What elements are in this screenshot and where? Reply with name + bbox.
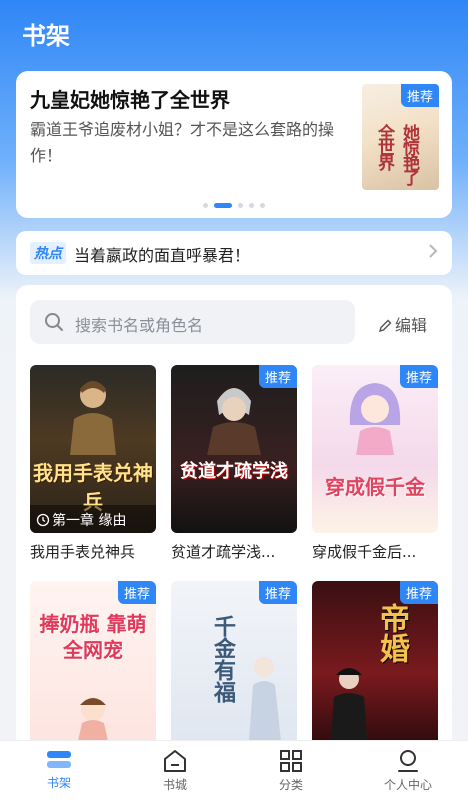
tab-label: 书城: [162, 778, 187, 792]
book-card[interactable]: 捧奶瓶 靠萌全网宠 推荐: [30, 581, 156, 749]
cover-title: 穿成假千金: [325, 475, 425, 499]
recommend-tag: 推荐: [400, 84, 439, 107]
chevron-right-icon[interactable]: [428, 243, 438, 263]
tab-label: 书架: [46, 776, 71, 790]
edit-button[interactable]: 编辑: [378, 312, 427, 336]
recommend-tag: 推荐: [117, 581, 156, 604]
bookshelf-panel: 搜索书名或角色名 编辑 我用手表兑神兵 第一章 缘由 我用手表兑神兵 贫道才疏学…: [16, 285, 452, 755]
carousel-dots[interactable]: [16, 195, 452, 214]
edit-label: 编辑: [395, 316, 428, 335]
cover-figure: [349, 383, 401, 455]
reading-progress: 第一章 缘由: [30, 505, 156, 533]
banner-cover[interactable]: 她惊艳了全世界 推荐: [362, 84, 439, 190]
home-icon: [164, 750, 186, 772]
cover-title: 贫道才疏学浅: [180, 461, 288, 482]
tab-bookshelf[interactable]: 书架: [14, 745, 104, 791]
hot-badge: 热点: [30, 242, 66, 264]
hot-notice[interactable]: 热点 当着嬴政的面直呼暴君！: [16, 231, 452, 275]
cover-figure: [78, 697, 108, 741]
book-title[interactable]: 我用手表兑神兵: [30, 541, 156, 562]
tab-category[interactable]: 分类: [246, 745, 336, 793]
tab-label: 分类: [278, 778, 303, 792]
recommend-tag: 推荐: [258, 365, 297, 388]
carousel-dot[interactable]: [238, 203, 243, 208]
search-icon: [44, 312, 64, 332]
tab-label: 个人中心: [383, 778, 432, 792]
tab-bookstore[interactable]: 书城: [130, 745, 220, 793]
search-placeholder: 搜索书名或角色名: [75, 316, 204, 335]
book-cover[interactable]: 帝婚 推荐: [312, 581, 438, 749]
recommend-tag: 推荐: [258, 581, 297, 604]
book-card[interactable]: 千金有福 推荐: [171, 581, 297, 749]
tab-profile[interactable]: 个人中心: [363, 745, 453, 793]
recommend-tag: 推荐: [399, 581, 438, 604]
book-cover[interactable]: 穿成假千金 推荐: [312, 365, 438, 533]
book-cover[interactable]: 捧奶瓶 靠萌全网宠 推荐: [30, 581, 156, 749]
book-card[interactable]: 帝婚 推荐: [312, 581, 438, 749]
carousel-dot[interactable]: [203, 203, 208, 208]
cover-title: 帝婚: [374, 603, 409, 663]
bookshelf-icon: [47, 751, 71, 768]
book-card[interactable]: 穿成假千金 推荐 穿成假千金后...: [312, 365, 438, 562]
cover-title: 捧奶瓶 靠萌全网宠: [39, 612, 147, 662]
carousel-dot-active[interactable]: [214, 203, 232, 208]
book-cover[interactable]: 千金有福 推荐: [171, 581, 297, 749]
book-title[interactable]: 贫道才疏学浅...: [171, 541, 297, 562]
cover-title: 千金有福: [210, 615, 235, 703]
carousel-dot[interactable]: [260, 203, 265, 208]
grid-icon: [280, 750, 302, 772]
top-bar: 书架: [0, 0, 468, 64]
pencil-icon: [378, 319, 392, 333]
cover-figure: [249, 657, 281, 741]
book-card[interactable]: 我用手表兑神兵 第一章 缘由 我用手表兑神兵: [30, 365, 156, 562]
book-title[interactable]: 穿成假千金后...: [312, 541, 438, 562]
featured-banner[interactable]: 九皇妃她惊艳了全世界 霸道王爷追废材小姐？才不是这么套路的操作！ 她惊艳了全世界…: [16, 71, 452, 218]
page-title: 书架: [22, 22, 70, 50]
bottom-tab-bar: 书架 书城 分类 个人中心: [0, 740, 468, 800]
recommend-tag: 推荐: [399, 365, 438, 388]
cover-figure: [70, 381, 116, 455]
banner-description: 霸道王爷追废材小姐？才不是这么套路的操作！: [30, 120, 335, 165]
notice-text[interactable]: 当着嬴政的面直呼暴君！: [74, 242, 250, 266]
banner-title[interactable]: 九皇妃她惊艳了全世界: [30, 84, 230, 113]
progress-label: 第一章 缘由: [52, 513, 127, 529]
clock-icon: [36, 513, 50, 527]
cover-figure: [330, 668, 368, 749]
book-cover[interactable]: 我用手表兑神兵 第一章 缘由: [30, 365, 156, 533]
carousel-dot[interactable]: [249, 203, 254, 208]
banner-cover-title: 她惊艳了全世界: [374, 124, 419, 184]
book-cover[interactable]: 贫道才疏学浅 推荐: [171, 365, 297, 533]
cover-figure: [207, 388, 261, 455]
book-card[interactable]: 贫道才疏学浅 推荐 贫道才疏学浅...: [171, 365, 297, 562]
user-icon: [398, 750, 418, 772]
search-input[interactable]: 搜索书名或角色名: [30, 300, 355, 344]
